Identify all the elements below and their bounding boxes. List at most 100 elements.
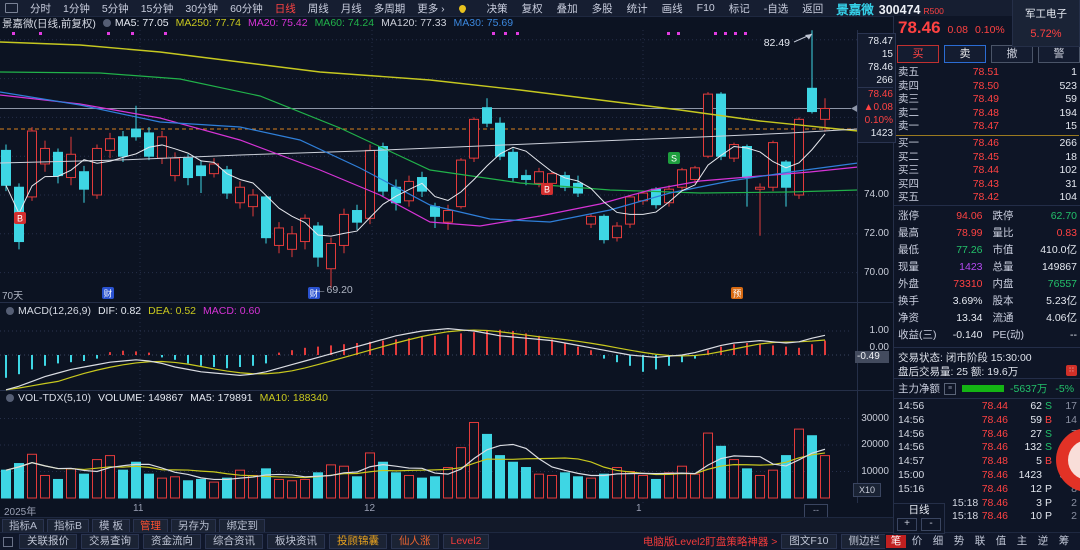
sector-box[interactable]: 军工电子 5.72% bbox=[1012, 0, 1080, 47]
book-row[interactable]: 买一 78.46 266 bbox=[894, 137, 1080, 151]
sector-change: 5.72% bbox=[1030, 28, 1062, 40]
tape-time: 14:56 bbox=[898, 441, 925, 454]
period-tab-7[interactable]: 周线 bbox=[302, 1, 335, 16]
tape-tab-主[interactable]: 主 bbox=[1012, 535, 1032, 548]
tape-tab-逆[interactable]: 逆 bbox=[1033, 535, 1053, 548]
tape-tab-筹[interactable]: 筹 bbox=[1054, 535, 1074, 548]
stats-label: 内盘 bbox=[992, 278, 1014, 290]
tape-row[interactable]: 15:0078.461423328 bbox=[894, 469, 1080, 483]
indicator-tab-2[interactable]: 模 板 bbox=[92, 518, 130, 533]
tape-tab-价[interactable]: 价 bbox=[907, 535, 927, 548]
book-row[interactable]: 卖四 78.50 523 bbox=[894, 80, 1080, 94]
toolbar-action-8[interactable]: -自选 bbox=[757, 1, 796, 16]
bottom-tab-6[interactable]: 仙人涨 bbox=[391, 534, 439, 549]
bottom-tab-0[interactable]: 关联报价 bbox=[19, 534, 77, 549]
period-tab-1[interactable]: 1分钟 bbox=[57, 1, 96, 16]
bottom-tab-2[interactable]: 资金流向 bbox=[143, 534, 201, 549]
tape-row[interactable]: 14:5678.46132S1 bbox=[894, 441, 1080, 455]
tape-volume: 62 bbox=[1030, 400, 1042, 412]
trade-button-警[interactable]: 警 bbox=[1038, 45, 1080, 63]
macd-value-3: MACD: 0.60 bbox=[203, 304, 261, 317]
alert-icon[interactable]: ∷ bbox=[1066, 365, 1077, 376]
indicator-tab-5[interactable]: 绑定到 bbox=[219, 518, 265, 533]
tape-row[interactable]: 14:5678.4627S7 bbox=[894, 428, 1080, 442]
tape-count: 17 bbox=[1065, 400, 1077, 412]
zoom-out-button[interactable]: - bbox=[921, 518, 941, 531]
trade-button-卖[interactable]: 卖 bbox=[944, 45, 986, 63]
stock-code: 300474 bbox=[878, 2, 921, 17]
indicator-tab-4[interactable]: 另存为 bbox=[170, 518, 217, 533]
book-row[interactable]: 买四 78.43 31 bbox=[894, 178, 1080, 192]
zoom-in-button[interactable]: + bbox=[897, 518, 917, 531]
period-tab-0[interactable]: 分时 bbox=[24, 1, 57, 16]
promo-link[interactable]: 电脑版Level2盯盘策略神器 > bbox=[643, 534, 778, 549]
bottom-tab-1[interactable]: 交易查询 bbox=[81, 534, 139, 549]
svg-text:B: B bbox=[544, 185, 550, 195]
stats-row: 最低 77.26 市值 410.0亿 bbox=[894, 242, 1080, 259]
bottom-tab-3[interactable]: 综合资讯 bbox=[205, 534, 263, 549]
trade-status: 交易状态: 闭市阶段 15:30:00 bbox=[898, 352, 1032, 364]
tape-tab-势[interactable]: 势 bbox=[949, 535, 969, 548]
tape-row[interactable]: 14:56 78.44 62 S 17 bbox=[894, 400, 1080, 414]
period-tab-6[interactable]: 日线 bbox=[269, 1, 302, 16]
stats-cell: 外盘 73310 bbox=[898, 276, 983, 293]
collapse-icon[interactable] bbox=[102, 19, 111, 27]
toolbar-action-4[interactable]: 统计 bbox=[620, 1, 655, 16]
toolbar-action-3[interactable]: 多股 bbox=[585, 1, 620, 16]
tape-row[interactable]: 14:56 78.46 59 B 14 bbox=[894, 414, 1080, 428]
book-level-label: 卖三 bbox=[898, 93, 919, 106]
chart-canvas[interactable]: BBS财财预82.49←69.2070天 bbox=[0, 30, 893, 503]
divider bbox=[894, 347, 1080, 348]
last-price-big: 78.46 bbox=[898, 18, 941, 37]
toolbar-action-1[interactable]: 复权 bbox=[515, 1, 550, 16]
scroll-indicator[interactable]: -- bbox=[804, 504, 828, 518]
period-label: 日线 bbox=[908, 504, 930, 516]
sidebar-button[interactable]: 侧边栏 bbox=[840, 534, 888, 549]
toolbar-action-2[interactable]: 叠加 bbox=[550, 1, 585, 16]
bottom-tab-5[interactable]: 投顾锦囊 bbox=[329, 534, 387, 549]
indicator-tab-1[interactable]: 指标B bbox=[47, 518, 90, 533]
tape-tab-笔[interactable]: 笔 bbox=[886, 535, 906, 548]
indicator-tab-3[interactable]: 管理 bbox=[132, 518, 168, 533]
book-row[interactable]: 卖三 78.49 59 bbox=[894, 93, 1080, 107]
indicator-tab-0[interactable]: 指标A bbox=[2, 518, 45, 533]
period-tab-3[interactable]: 15分钟 bbox=[135, 1, 180, 16]
toolbar-action-5[interactable]: 画线 bbox=[655, 1, 690, 16]
f10-button[interactable]: 图文F10 bbox=[781, 534, 837, 549]
tape-price: 78.46 bbox=[981, 468, 1008, 481]
tape-tab-值[interactable]: 值 bbox=[991, 535, 1011, 548]
stats-value: 78.99 bbox=[956, 227, 983, 239]
collapse-icon[interactable] bbox=[6, 306, 14, 315]
period-tab-4[interactable]: 30分钟 bbox=[179, 1, 224, 16]
bottom-tab-4[interactable]: 板块资讯 bbox=[267, 534, 325, 549]
book-row[interactable]: 买二 78.45 18 bbox=[894, 151, 1080, 165]
toolbar-action-0[interactable]: 决策 bbox=[480, 1, 515, 16]
macd-value-2: DEA: 0.52 bbox=[148, 304, 197, 317]
period-tab-9[interactable]: 多周期 bbox=[368, 1, 412, 16]
tape-row[interactable]: 15:1678.4612P8 bbox=[894, 483, 1080, 497]
book-price: 78.46 bbox=[972, 136, 999, 149]
period-tab-10[interactable]: 更多 › bbox=[411, 1, 450, 16]
tape-tab-联[interactable]: 联 bbox=[970, 535, 990, 548]
bottom-tab-7[interactable]: Level2 bbox=[442, 534, 490, 549]
book-row[interactable]: 卖一 78.47 15 bbox=[894, 120, 1080, 134]
period-tab-8[interactable]: 月线 bbox=[335, 1, 368, 16]
main-force-bar bbox=[962, 385, 1004, 392]
toolbar-action-9[interactable]: 返回 bbox=[795, 1, 830, 16]
trade-button-买[interactable]: 买 bbox=[897, 45, 939, 63]
toolbar-action-7[interactable]: 标记 bbox=[722, 1, 757, 16]
period-tab-2[interactable]: 5分钟 bbox=[96, 1, 135, 16]
toolbar-action-6[interactable]: F10 bbox=[690, 2, 722, 14]
checkbox-icon[interactable] bbox=[3, 536, 13, 547]
period-tab-5[interactable]: 60分钟 bbox=[224, 1, 269, 16]
trade-button-撤[interactable]: 撤 bbox=[991, 45, 1033, 63]
book-row[interactable]: 卖五 78.51 1 bbox=[894, 66, 1080, 80]
book-row[interactable]: 卖二 78.48 194 bbox=[894, 107, 1080, 121]
book-row[interactable]: 买五 78.42 104 bbox=[894, 191, 1080, 205]
window-icon[interactable] bbox=[5, 3, 18, 13]
book-row[interactable]: 买三 78.44 102 bbox=[894, 164, 1080, 178]
list-icon[interactable]: ≡ bbox=[944, 382, 956, 395]
tape-row[interactable]: 14:5778.485B2 bbox=[894, 455, 1080, 469]
collapse-icon[interactable] bbox=[6, 393, 14, 402]
tape-tab-细[interactable]: 细 bbox=[928, 535, 948, 548]
